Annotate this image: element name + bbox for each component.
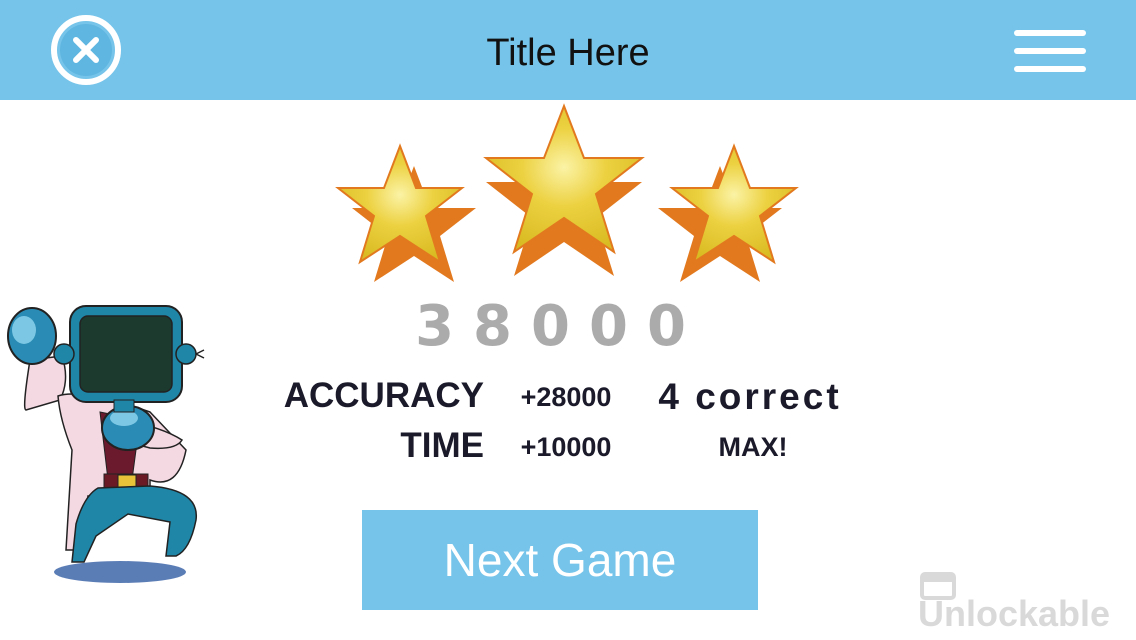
next-game-button[interactable]: Next Game <box>362 510 758 610</box>
watermark-text: Unlockable <box>918 593 1111 634</box>
accuracy-value: +28000 <box>520 382 612 412</box>
top-bar: Title Here <box>0 0 1136 100</box>
page-title: Title Here <box>486 32 650 74</box>
tv-head-mascot-illustration <box>0 300 220 590</box>
time-value: +10000 <box>520 432 612 462</box>
accuracy-note: 4 correct <box>658 376 842 417</box>
total-score: 38000 <box>415 294 705 359</box>
time-note: MAX! <box>718 432 788 462</box>
time-label: TIME <box>400 426 484 465</box>
accuracy-label: ACCURACY <box>283 376 484 415</box>
star-icon-2 <box>483 103 645 276</box>
star-rating <box>320 100 820 290</box>
unlockable-watermark: Unlockable <box>918 570 1132 634</box>
star-icon-1 <box>335 143 476 282</box>
star-icon-3 <box>658 143 799 282</box>
results-screen: Title Here 38000 ACCURACY +28000 4 corre… <box>0 0 1136 640</box>
menu-button[interactable] <box>1012 28 1088 74</box>
